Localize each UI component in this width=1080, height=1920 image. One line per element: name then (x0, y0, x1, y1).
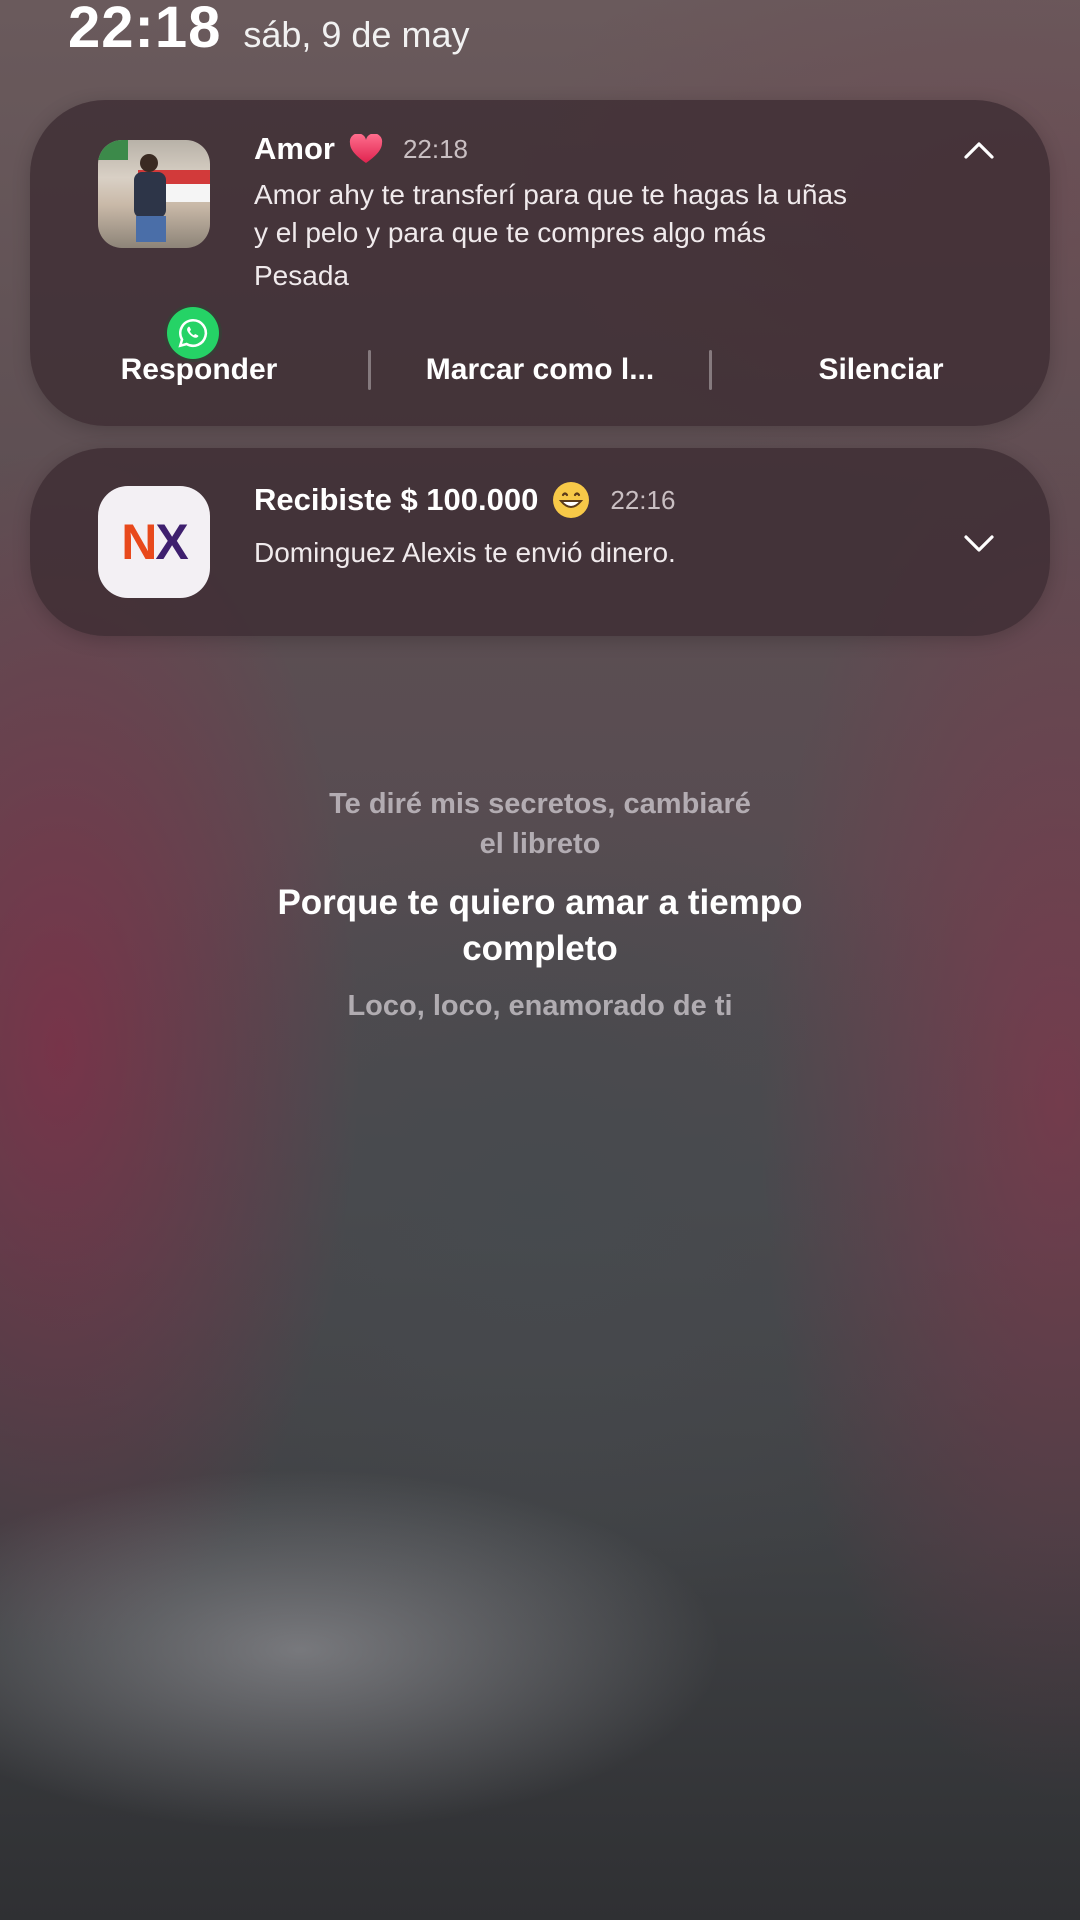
message-line: Amor ahy te transferí para que te hagas … (254, 179, 848, 210)
notification-header: Amor 22:18 (254, 124, 468, 174)
date: sáb, 9 de may (243, 14, 470, 55)
notification-actions: Responder Marcar como l... Silenciar (30, 340, 1050, 400)
lyric-line: Te diré mis secretos, cambiaré (329, 788, 751, 820)
message-text: Amor ahy te transferí para que te hagas … (254, 176, 954, 252)
red-heart-icon (349, 133, 383, 164)
notification-time: 22:16 (610, 484, 676, 515)
lyric-line: el libreto (479, 828, 601, 860)
lyric-previous: Te diré mis secretos, cambiaré el libret… (0, 784, 1080, 864)
conversation-subtext: Pesada (254, 260, 349, 291)
message-line: y el pelo y para que te compres algo más (254, 217, 767, 248)
clock: 22:18 (68, 0, 222, 60)
grinning-face-icon (552, 481, 590, 519)
message-text: Dominguez Alexis te envió dinero. (254, 537, 676, 568)
whatsapp-notification[interactable]: Amor 22:18 Amor ahy te transferí para qu… (30, 100, 1050, 426)
mute-button[interactable]: Silenciar (712, 353, 1050, 387)
notification-time: 22:18 (402, 133, 469, 164)
mark-as-read-button[interactable]: Marcar como l... (371, 353, 709, 387)
nx-logo-n: N (121, 514, 157, 570)
nx-app-icon: N X (98, 486, 210, 598)
lockscreen-header: 22:18 sáb, 9 de may (68, 0, 469, 64)
lyric-current: Porque te quiero amar a tiempo completo (0, 880, 1080, 972)
lyric-line: Porque te quiero amar a tiempo (277, 883, 803, 922)
reply-button[interactable]: Responder (30, 353, 368, 387)
nx-logo-x: X (155, 514, 188, 570)
chevron-down-icon[interactable] (960, 524, 998, 562)
contact-avatar (98, 140, 210, 248)
lyric-next: Loco, loco, enamorado de ti (0, 986, 1080, 1026)
payment-title: Recibiste $ 100.000 (254, 482, 539, 517)
lyric-line: Loco, loco, enamorado de ti (347, 990, 733, 1022)
chevron-up-icon[interactable] (960, 132, 998, 170)
sender-name: Amor (254, 131, 335, 166)
notification-header: Recibiste $ 100.000 22:16 (254, 472, 675, 528)
payment-notification[interactable]: N X Recibiste $ 100.000 22:16 Dominguez … (30, 448, 1050, 636)
lyric-line: completo (462, 929, 618, 968)
